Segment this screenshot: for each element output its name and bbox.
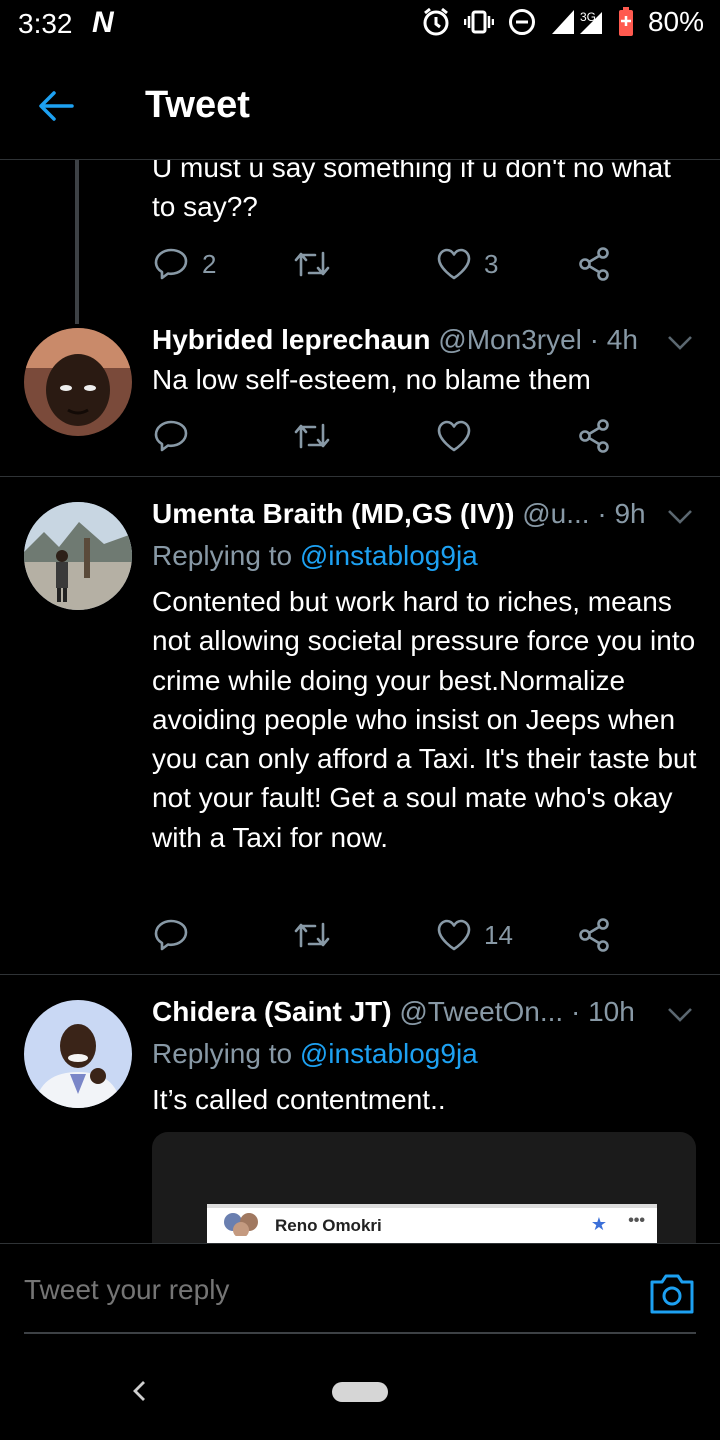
avatar-group-icon <box>224 1213 258 1236</box>
reply-count: 2 <box>202 248 217 279</box>
tweet-text: U must u say something if u don't no wha… <box>152 160 671 223</box>
replying-to: Replying to @instablog9ja <box>152 540 478 572</box>
display-name[interactable]: Hybrided leprechaun <box>152 324 431 355</box>
share-icon <box>579 247 609 281</box>
like-count: 3 <box>484 248 499 279</box>
tweet-text: Na low self-esteem, no blame them <box>152 364 591 395</box>
carrier-icon: N <box>92 6 114 39</box>
tweet-divider <box>0 476 720 477</box>
reply-composer <box>0 1243 720 1334</box>
tweet-menu-button[interactable] <box>666 1004 694 1024</box>
chevron-down-icon <box>668 1008 692 1022</box>
share-icon <box>579 918 609 952</box>
star-icon: ★ <box>590 1214 607 1234</box>
like-button[interactable] <box>436 414 484 458</box>
top-app-bar: Tweet <box>0 62 720 158</box>
tweet-feed[interactable]: U must u say something if u don't no wha… <box>0 160 720 1243</box>
chevron-down-icon <box>668 510 692 524</box>
tweet-time: · 4h <box>589 324 638 355</box>
retweet-button[interactable] <box>292 242 344 286</box>
system-back-button[interactable] <box>128 1378 152 1404</box>
like-button[interactable]: 14 <box>436 913 513 957</box>
share-icon <box>579 419 609 453</box>
avatar[interactable] <box>24 328 132 436</box>
tweet-time: · 9h <box>597 498 646 529</box>
like-button[interactable]: 3 <box>436 242 498 286</box>
embedded-screenshot: Reno Omokri ★ ••• <box>207 1204 657 1243</box>
chevron-down-icon <box>668 336 692 350</box>
display-name[interactable]: Chidera (Saint JT) <box>152 996 392 1027</box>
tweet-menu-button[interactable] <box>666 332 694 352</box>
reply-button[interactable]: 2 <box>152 242 216 286</box>
home-pill[interactable] <box>332 1382 388 1402</box>
like-count: 14 <box>484 919 513 950</box>
heart-icon <box>437 919 471 951</box>
tweet-actions: 14 <box>152 913 622 957</box>
retweet-icon <box>294 423 330 449</box>
tweet-time: · 10h <box>570 996 635 1027</box>
dnd-icon <box>508 8 536 36</box>
retweet-icon <box>294 251 330 277</box>
tweet-header: Chidera (Saint JT) @TweetOn... · 10h <box>152 994 707 1030</box>
signal-icon: 3G <box>550 8 604 36</box>
tweet-text: Contented but work hard to riches, means… <box>152 586 697 853</box>
reply-icon <box>154 248 188 280</box>
replying-to-label: Replying to <box>152 540 300 571</box>
user-handle: @Mon3ryel <box>438 324 582 355</box>
back-button[interactable] <box>34 84 78 128</box>
tweet-actions: 2 3 <box>152 242 622 286</box>
retweet-icon <box>294 922 330 948</box>
camera-button[interactable] <box>648 1270 696 1316</box>
camera-icon <box>650 1274 694 1314</box>
page-title: Tweet <box>145 84 250 126</box>
replying-to-label: Replying to <box>152 1038 300 1069</box>
replying-to: Replying to @instablog9ja <box>152 1038 478 1070</box>
more-icon: ••• <box>628 1212 645 1229</box>
status-icons: 3G 80% <box>422 6 704 38</box>
reply-icon <box>154 420 188 452</box>
status-time: 3:32 <box>18 8 73 39</box>
tweet-actions <box>152 414 622 458</box>
reply-underline <box>24 1332 696 1334</box>
reply-icon <box>154 919 188 951</box>
thread-line <box>75 160 79 324</box>
avatar[interactable] <box>24 1000 132 1108</box>
tweet-text: It’s called contentment.. <box>152 1084 446 1115</box>
heart-icon <box>437 248 471 280</box>
share-button[interactable] <box>576 242 612 286</box>
retweet-button[interactable] <box>292 913 344 957</box>
arrow-left-icon <box>39 91 74 121</box>
display-name[interactable]: Umenta Braith (MD,GS (IV)) <box>152 498 514 529</box>
reply-button[interactable] <box>152 414 202 458</box>
alarm-icon <box>422 7 450 37</box>
vibrate-icon <box>463 10 494 34</box>
reply-input[interactable] <box>24 1274 624 1306</box>
system-nav-bar <box>0 1340 720 1440</box>
tweet-divider <box>0 974 720 975</box>
status-bar: 3:32 N 3G 80% <box>0 0 720 50</box>
heart-icon <box>437 420 471 452</box>
battery-percent: 80% <box>647 6 704 37</box>
reply-button[interactable] <box>152 913 202 957</box>
avatar[interactable] <box>24 502 132 610</box>
mention-link[interactable]: @instablog9ja <box>300 540 478 571</box>
embedded-author: Reno Omokri <box>275 1216 382 1235</box>
tweet-media-image[interactable]: Reno Omokri ★ ••• <box>152 1132 696 1243</box>
user-handle: @TweetOn... <box>399 996 564 1027</box>
battery-icon <box>618 7 634 37</box>
mention-link[interactable]: @instablog9ja <box>300 1038 478 1069</box>
tweet-header: Umenta Braith (MD,GS (IV)) @u... · 9h <box>152 496 707 532</box>
user-handle: @u... <box>522 498 590 529</box>
share-button[interactable] <box>576 913 612 957</box>
chevron-left-icon <box>133 1381 145 1401</box>
tweet-header: Hybrided leprechaun @Mon3ryel · 4h <box>152 322 707 358</box>
tweet-menu-button[interactable] <box>666 506 694 526</box>
share-button[interactable] <box>576 414 612 458</box>
retweet-button[interactable] <box>292 414 344 458</box>
